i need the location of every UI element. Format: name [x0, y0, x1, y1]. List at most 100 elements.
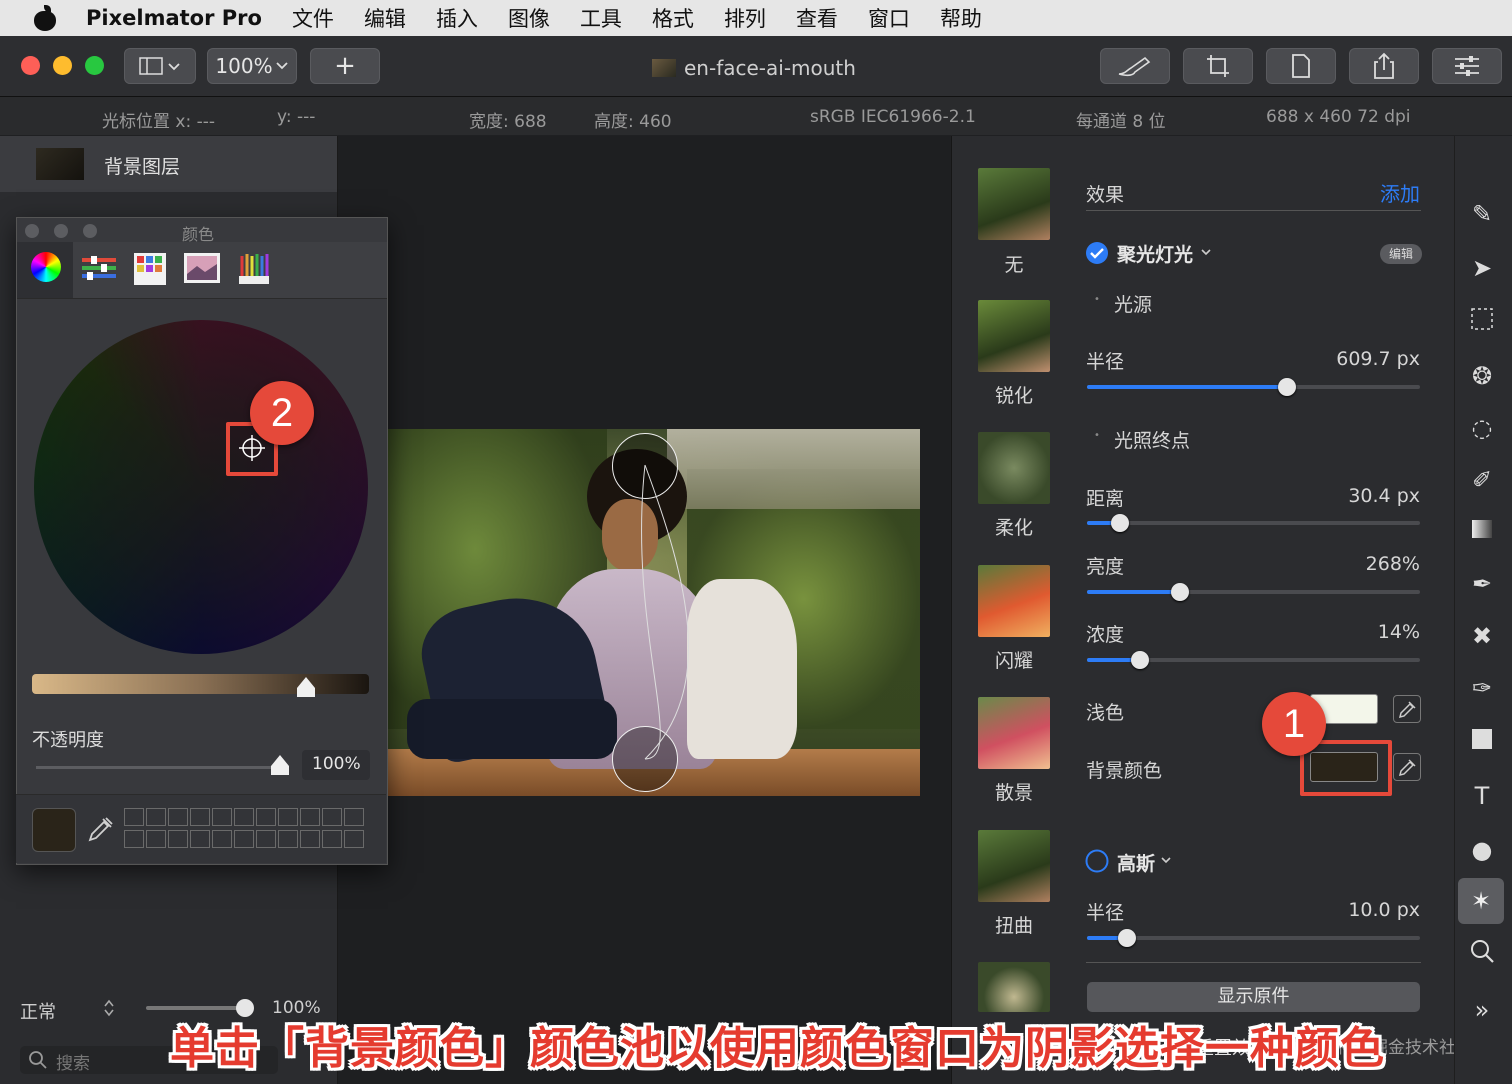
menu-help[interactable]: 帮助: [940, 3, 982, 33]
tab-color-wheel[interactable]: [17, 242, 73, 298]
layer-row[interactable]: 背景图层: [0, 136, 337, 192]
saved-swatch-cell[interactable]: [212, 808, 232, 826]
close-window-button[interactable]: [21, 56, 40, 75]
brightness-effect-slider[interactable]: [1087, 583, 1420, 601]
adjustments-button[interactable]: [1432, 48, 1502, 84]
menu-image[interactable]: 图像: [508, 3, 550, 33]
more-tools-icon[interactable]: »: [1466, 994, 1498, 1026]
gaussian-radius-value[interactable]: 10.0 px: [1270, 899, 1420, 921]
menu-tools[interactable]: 工具: [580, 3, 622, 33]
add-button[interactable]: +: [310, 48, 380, 84]
tab-color-palettes[interactable]: [133, 252, 167, 286]
opacity-slider-knob[interactable]: [270, 754, 290, 776]
menu-app-name[interactable]: Pixelmator Pro: [86, 6, 262, 30]
menu-arrange[interactable]: 排列: [724, 3, 766, 33]
saved-swatch-cell[interactable]: [344, 830, 364, 848]
tab-pencils[interactable]: [237, 250, 271, 286]
brightness-slider-knob[interactable]: [296, 676, 316, 698]
density-value[interactable]: 14%: [1270, 621, 1420, 643]
gaussian-radius-knob[interactable]: [1118, 929, 1136, 947]
saved-swatch-cell[interactable]: [278, 830, 298, 848]
menu-view[interactable]: 查看: [796, 3, 838, 33]
eraser-tool-icon[interactable]: ✒: [1466, 568, 1498, 600]
menu-file[interactable]: 文件: [292, 3, 334, 33]
radius-value[interactable]: 609.7 px: [1270, 348, 1420, 370]
gaussian-radius-slider[interactable]: [1087, 929, 1420, 947]
gaussian-effect-name[interactable]: 高斯: [1117, 849, 1155, 876]
saved-color-swatches[interactable]: [124, 808, 370, 852]
density-slider[interactable]: [1087, 651, 1420, 669]
tab-image-palettes[interactable]: [183, 252, 221, 284]
pen-tool-icon[interactable]: ✑: [1466, 672, 1498, 704]
light-color-eyedropper-button[interactable]: [1393, 695, 1421, 723]
saved-swatch-cell[interactable]: [168, 808, 188, 826]
paint-tool-icon[interactable]: ✐: [1466, 464, 1498, 496]
effect-thumb-bokeh[interactable]: [978, 697, 1050, 769]
menu-insert[interactable]: 插入: [436, 3, 478, 33]
color-window-zoom-button[interactable]: [83, 224, 97, 238]
saved-swatch-cell[interactable]: [234, 808, 254, 826]
saved-swatch-cell[interactable]: [344, 808, 364, 826]
crop-button[interactable]: [1183, 48, 1253, 84]
retouch-tool-icon[interactable]: ✖: [1466, 620, 1498, 652]
shape-tool-icon[interactable]: [1466, 726, 1498, 758]
saved-swatch-cell[interactable]: [124, 830, 144, 848]
effect-thumb-none[interactable]: [978, 168, 1050, 240]
effect-thumb-distort[interactable]: [978, 830, 1050, 902]
distance-slider-knob[interactable]: [1111, 514, 1129, 532]
saved-swatch-cell[interactable]: [234, 830, 254, 848]
saved-swatch-cell[interactable]: [124, 808, 144, 826]
spotlight-effect-name[interactable]: 聚光灯光: [1117, 240, 1193, 267]
brightness-effect-knob[interactable]: [1171, 583, 1189, 601]
color-wheel[interactable]: [34, 320, 368, 654]
lasso-tool-icon[interactable]: ❂: [1466, 360, 1498, 392]
menu-edit[interactable]: 编辑: [364, 3, 406, 33]
color-window-minimize-button[interactable]: [54, 224, 68, 238]
saved-swatch-cell[interactable]: [322, 808, 342, 826]
share-button[interactable]: [1349, 48, 1419, 84]
chevron-down-icon[interactable]: [1160, 856, 1172, 866]
saved-swatch-cell[interactable]: [212, 830, 232, 848]
style-tool-icon[interactable]: ✎: [1466, 198, 1498, 230]
paint-mode-button[interactable]: [1100, 48, 1170, 84]
density-slider-knob[interactable]: [1131, 651, 1149, 669]
effect-thumb-sharpen[interactable]: [978, 300, 1050, 372]
brightness-slider[interactable]: [32, 674, 369, 697]
format-button[interactable]: [1266, 48, 1336, 84]
bg-color-eyedropper-button[interactable]: [1393, 753, 1421, 781]
saved-swatch-cell[interactable]: [300, 830, 320, 848]
effects-tool-icon[interactable]: ✶: [1458, 878, 1504, 924]
blend-mode-label[interactable]: 正常: [20, 998, 56, 1024]
radius-slider[interactable]: [1087, 378, 1420, 396]
menu-format[interactable]: 格式: [652, 3, 694, 33]
minimize-window-button[interactable]: [53, 56, 72, 75]
gradient-tool-icon[interactable]: [1466, 516, 1498, 548]
saved-swatch-cell[interactable]: [256, 830, 276, 848]
chevron-down-icon[interactable]: [1200, 248, 1212, 258]
apple-icon[interactable]: [32, 5, 60, 31]
saved-swatch-cell[interactable]: [322, 830, 342, 848]
sidebar-toggle-button[interactable]: [124, 48, 196, 84]
show-original-button[interactable]: 显示原件: [1087, 982, 1420, 1012]
radius-slider-knob[interactable]: [1278, 378, 1296, 396]
selection-tool-icon[interactable]: [1466, 306, 1498, 338]
eyedropper-icon[interactable]: [86, 814, 114, 844]
brightness-value[interactable]: 268%: [1270, 553, 1420, 575]
gaussian-enabled-checkbox[interactable]: [1085, 849, 1109, 873]
color-window-close-button[interactable]: [25, 224, 39, 238]
effect-thumb-blur[interactable]: [978, 432, 1050, 504]
saved-swatch-cell[interactable]: [190, 830, 210, 848]
document-image[interactable]: [387, 429, 920, 796]
distance-slider[interactable]: [1087, 514, 1420, 532]
saved-swatch-cell[interactable]: [146, 830, 166, 848]
zoom-tool-icon[interactable]: [1466, 938, 1498, 970]
effect-thumb-glow[interactable]: [978, 565, 1050, 637]
type-tool-icon[interactable]: T: [1466, 780, 1498, 812]
opacity-field[interactable]: 100%: [302, 750, 370, 780]
color-adjust-tool-icon[interactable]: ●: [1466, 834, 1498, 866]
arrange-tool-icon[interactable]: ➤: [1466, 252, 1498, 284]
distance-value[interactable]: 30.4 px: [1270, 485, 1420, 507]
add-effect-button[interactable]: 添加: [1380, 178, 1420, 207]
saved-swatch-cell[interactable]: [190, 808, 210, 826]
quick-select-tool-icon[interactable]: ◌: [1466, 412, 1498, 444]
